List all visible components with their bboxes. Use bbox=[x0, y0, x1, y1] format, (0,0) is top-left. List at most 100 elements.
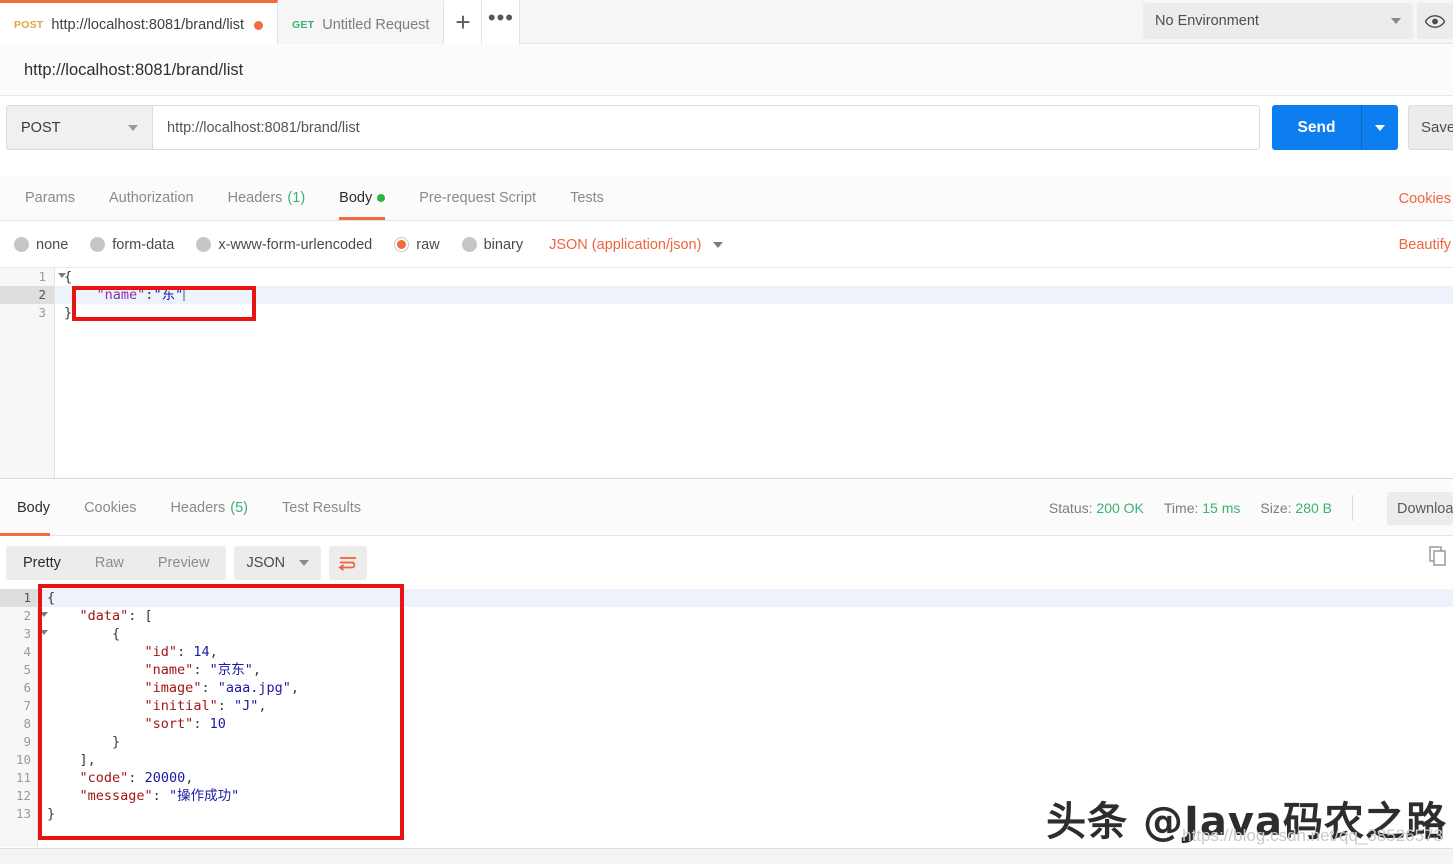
tab-label: Tests bbox=[570, 190, 604, 206]
response-body-editor[interactable]: 1 2 3 4 5 6 7 8 9 10 11 12 13 { "data": [ { "id": 14… bbox=[0, 589, 1453, 847]
radio-icon bbox=[14, 237, 29, 252]
code-token: : bbox=[152, 788, 169, 804]
code-line: "message": "操作成功" bbox=[38, 787, 1453, 805]
time-value: 15 ms bbox=[1202, 500, 1241, 516]
save-button[interactable]: Save bbox=[1408, 105, 1453, 150]
response-tab-test-results[interactable]: Test Results bbox=[265, 480, 378, 536]
line-number: 2 bbox=[0, 286, 54, 304]
time-stat: Time: 15 ms bbox=[1164, 500, 1241, 516]
tab-label: Body bbox=[17, 499, 51, 516]
response-editor-gutter: 1 2 3 4 5 6 7 8 9 10 11 12 13 bbox=[0, 589, 48, 847]
code-token: : [ bbox=[128, 608, 153, 624]
new-tab-button[interactable]: + bbox=[444, 0, 483, 44]
body-present-dot bbox=[377, 194, 386, 202]
tab-headers[interactable]: Headers (1) bbox=[211, 176, 323, 220]
tab-title-label: http://localhost:8081/brand/list bbox=[51, 17, 245, 33]
response-section-tabs: Body Cookies Headers (5) Test Results bbox=[0, 480, 378, 536]
response-format-label: JSON bbox=[246, 555, 286, 571]
code-token: "image" bbox=[144, 680, 202, 696]
send-button-label: Send bbox=[1272, 105, 1362, 150]
postman-window: POST http://localhost:8081/brand/list GE… bbox=[0, 0, 1453, 864]
code-token: : bbox=[201, 680, 218, 696]
request-body-editor[interactable]: 123 { "name":"东"} bbox=[0, 267, 1453, 479]
body-type-binary[interactable]: binary bbox=[461, 236, 524, 253]
body-type-none[interactable]: none bbox=[14, 237, 68, 253]
line-number: 7 bbox=[23, 698, 31, 713]
code-token: { bbox=[64, 269, 73, 285]
code-token: : bbox=[193, 662, 210, 678]
tab-pre-request-script[interactable]: Pre-request Script bbox=[402, 176, 553, 220]
view-mode-pretty[interactable]: Pretty bbox=[6, 546, 78, 580]
code-token: : bbox=[177, 644, 194, 660]
divider bbox=[1352, 495, 1353, 521]
view-mode-preview[interactable]: Preview bbox=[141, 546, 227, 580]
request-cookies-link[interactable]: Cookies bbox=[1399, 176, 1451, 221]
tab-count: (5) bbox=[230, 499, 248, 516]
response-editor-code[interactable]: { "data": [ { "id": 14, "name": "京东", "i… bbox=[38, 589, 1453, 847]
send-button[interactable]: Send bbox=[1272, 105, 1398, 150]
code-token: } bbox=[47, 806, 56, 822]
request-editor-code[interactable]: { "name":"东"} bbox=[55, 268, 1453, 478]
copy-response-button[interactable] bbox=[1429, 546, 1449, 568]
line-number: 11 bbox=[15, 770, 31, 785]
line-number: 5 bbox=[23, 662, 31, 677]
code-token: "操作成功" bbox=[168, 788, 240, 804]
copy-icon bbox=[1429, 546, 1446, 566]
response-scrollbar[interactable] bbox=[1444, 589, 1453, 847]
code-token: "J" bbox=[233, 698, 259, 714]
url-input[interactable]: http://localhost:8081/brand/list bbox=[152, 105, 1260, 150]
plus-icon: + bbox=[455, 7, 471, 37]
http-method-selector[interactable]: POST bbox=[6, 105, 152, 150]
environment-quick-look-button[interactable] bbox=[1417, 3, 1453, 39]
request-tab-post-brand-list[interactable]: POST http://localhost:8081/brand/list bbox=[0, 0, 279, 44]
url-bar: POST http://localhost:8081/brand/list Se… bbox=[0, 97, 1453, 164]
status-stat: Status: 200 OK bbox=[1049, 500, 1144, 516]
view-mode-raw[interactable]: Raw bbox=[78, 546, 141, 580]
request-tab-untitled-request[interactable]: GET Untitled Request bbox=[278, 0, 445, 44]
download-response-button[interactable]: Download bbox=[1387, 492, 1453, 525]
code-line: "image": "aaa.jpg", bbox=[38, 679, 1453, 697]
tab-options-button[interactable]: ••• bbox=[482, 0, 521, 44]
content-type-selector[interactable]: JSON (application/json) bbox=[549, 237, 724, 253]
http-method-label: POST bbox=[21, 119, 61, 136]
tab-authorization[interactable]: Authorization bbox=[92, 176, 211, 220]
response-tab-cookies[interactable]: Cookies bbox=[67, 480, 153, 536]
response-tab-body[interactable]: Body bbox=[0, 480, 67, 536]
tab-label: Headers bbox=[170, 499, 226, 516]
chevron-down-icon bbox=[128, 124, 138, 131]
code-token: "data" bbox=[79, 608, 129, 624]
tab-tests[interactable]: Tests bbox=[553, 176, 621, 220]
body-type-form-data[interactable]: form-data bbox=[90, 237, 174, 253]
time-label: Time: bbox=[1163, 500, 1199, 516]
response-meta-bar: Body Cookies Headers (5) Test Results St… bbox=[0, 480, 1453, 536]
body-type-label: none bbox=[36, 236, 69, 253]
line-number: 2 bbox=[0, 607, 48, 625]
send-options-button[interactable] bbox=[1362, 124, 1398, 131]
tab-title-label: Untitled Request bbox=[322, 17, 430, 33]
request-section-tabs: Params Authorization Headers (1) Body Pr… bbox=[0, 176, 1453, 221]
code-token: 10 bbox=[209, 716, 226, 732]
response-format-selector[interactable]: JSON bbox=[234, 546, 322, 580]
radio-icon-selected bbox=[394, 237, 410, 252]
code-token: "message" bbox=[79, 788, 153, 804]
code-token: ], bbox=[47, 752, 96, 768]
code-token: } bbox=[64, 305, 73, 321]
body-type-label: binary bbox=[483, 236, 524, 253]
code-token: "name" bbox=[96, 287, 146, 303]
chevron-down-icon bbox=[1375, 124, 1385, 131]
wrap-lines-button[interactable] bbox=[329, 546, 368, 580]
tab-body[interactable]: Body bbox=[322, 176, 402, 220]
body-type-x-www-form-urlencoded[interactable]: x-www-form-urlencoded bbox=[196, 237, 372, 253]
response-tab-headers[interactable]: Headers (5) bbox=[153, 480, 265, 536]
beautify-link[interactable]: Beautify bbox=[1399, 222, 1451, 267]
code-line: "id": 14, bbox=[38, 643, 1453, 661]
environment-selector[interactable]: No Environment bbox=[1143, 3, 1413, 39]
response-view-toolbar: Pretty Raw Preview JSON bbox=[0, 537, 1453, 589]
download-button-label: Download bbox=[1397, 500, 1453, 517]
tab-params[interactable]: Params bbox=[8, 176, 92, 220]
body-type-raw[interactable]: raw bbox=[394, 237, 440, 253]
